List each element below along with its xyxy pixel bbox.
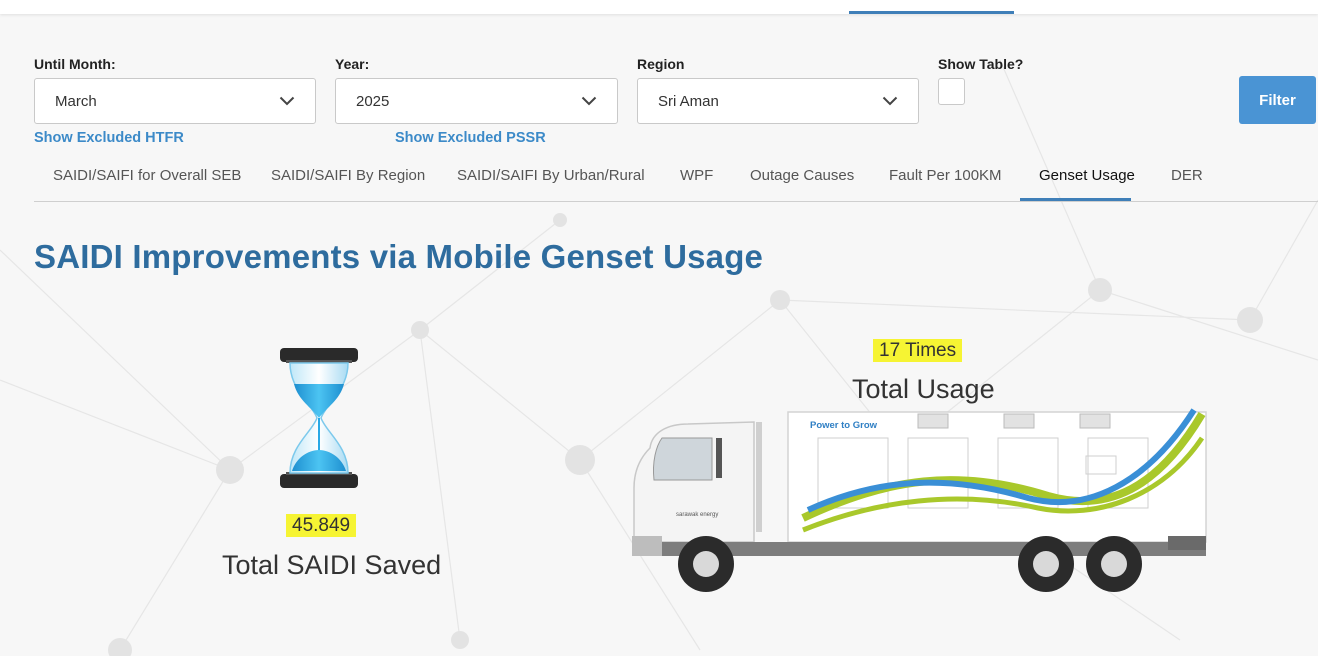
tab-saidi-saifi-overall[interactable]: SAIDI/SAIFI for Overall SEB [53, 167, 241, 184]
until-month-value: March [55, 92, 97, 110]
show-excluded-htfr-link[interactable]: Show Excluded HTFR [34, 130, 184, 146]
chevron-down-icon [581, 96, 597, 106]
saidi-saved-value-text: 45.849 [286, 514, 357, 537]
tab-genset-usage[interactable]: Genset Usage [1039, 167, 1135, 184]
genset-truck-image: Power to Grow sarawak energy [632, 408, 1207, 592]
hourglass-icon [280, 348, 358, 488]
saidi-saved-label: Total SAIDI Saved [222, 550, 442, 580]
truck-slogan: Power to Grow [810, 420, 878, 431]
truck-brand: sarawak energy [676, 512, 718, 518]
tab-wpf[interactable]: WPF [680, 167, 713, 184]
tab-outage-causes[interactable]: Outage Causes [750, 167, 854, 184]
top-nav-active-indicator [849, 11, 1014, 14]
active-tab-indicator [1020, 198, 1131, 201]
show-table-label: Show Table? [938, 56, 1024, 72]
tab-saidi-saifi-urban-rural[interactable]: SAIDI/SAIFI By Urban/Rural [457, 167, 645, 184]
usage-count-value: 17 Times [873, 339, 963, 362]
filter-button[interactable]: Filter [1239, 76, 1316, 124]
page-title: SAIDI Improvements via Mobile Genset Usa… [34, 238, 764, 275]
top-navigation-bar [0, 0, 1318, 14]
year-select[interactable]: 2025 [335, 78, 618, 124]
tab-fault-per-100km[interactable]: Fault Per 100KM [889, 167, 1002, 184]
region-select[interactable]: Sri Aman [637, 78, 919, 124]
report-tabs: SAIDI/SAIFI for Overall SEB SAIDI/SAIFI … [34, 160, 1318, 202]
until-month-select[interactable]: March [34, 78, 316, 124]
usage-count-value-text: 17 Times [873, 339, 963, 362]
chevron-down-icon [882, 96, 898, 106]
region-value: Sri Aman [658, 92, 719, 110]
usage-count-label: Total Usage [852, 374, 995, 404]
chevron-down-icon [279, 96, 295, 106]
show-table-checkbox[interactable] [938, 78, 965, 105]
tab-saidi-saifi-region[interactable]: SAIDI/SAIFI By Region [271, 167, 425, 184]
region-label: Region [637, 56, 685, 72]
year-label: Year: [335, 56, 370, 72]
until-month-label: Until Month: [34, 56, 116, 72]
saidi-saved-value: 45.849 [286, 514, 357, 537]
tab-der[interactable]: DER [1171, 167, 1203, 184]
year-value: 2025 [356, 92, 390, 110]
show-excluded-pssr-link[interactable]: Show Excluded PSSR [395, 130, 546, 146]
